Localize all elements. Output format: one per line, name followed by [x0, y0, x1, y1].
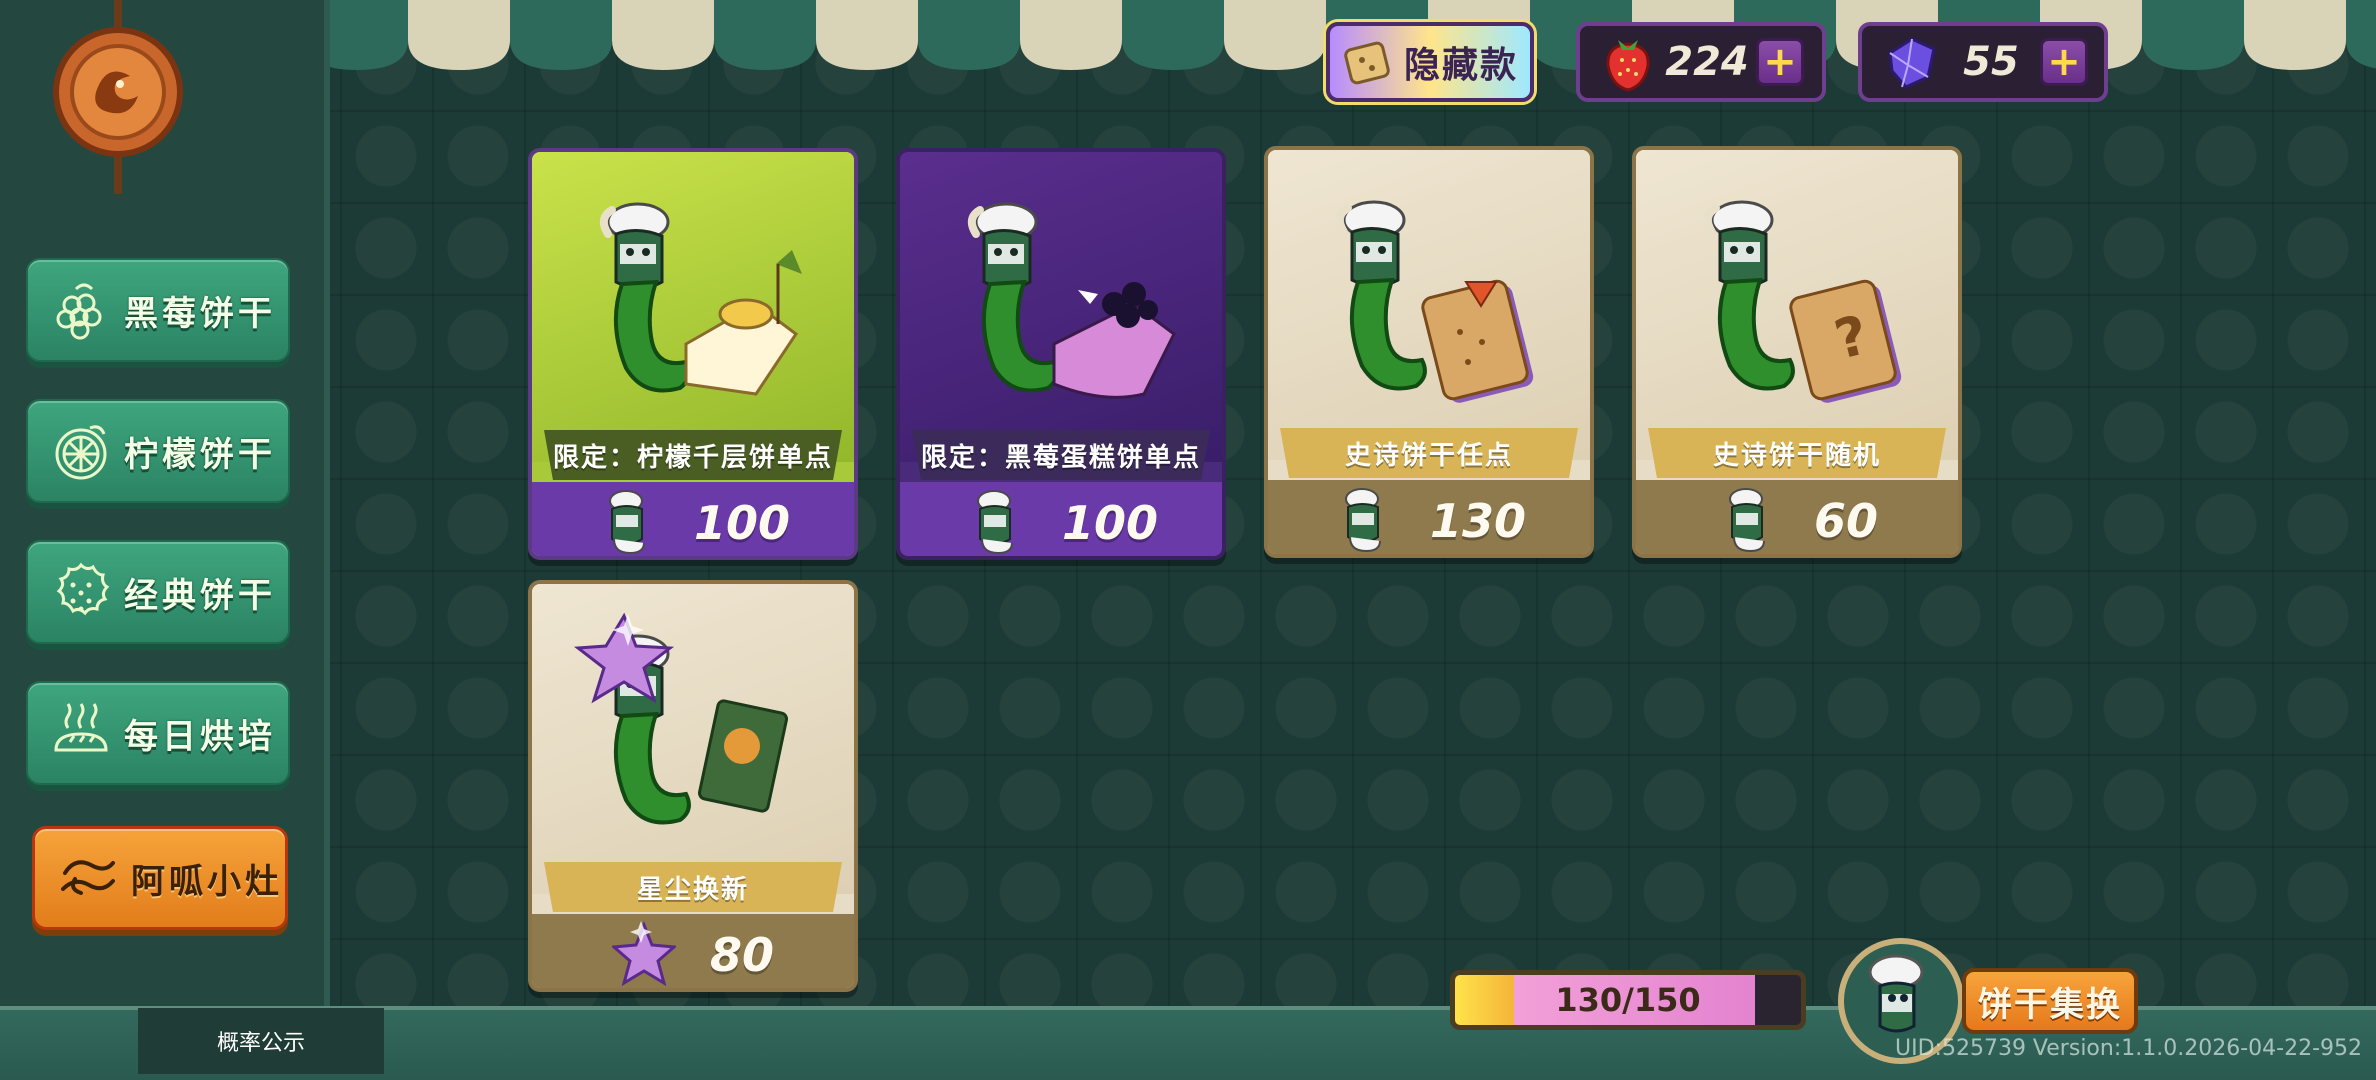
version-text: UID:525739 Version:1.1.0.2026-04-22-952: [1895, 1036, 2362, 1061]
card-title: 史诗饼干任点: [1344, 440, 1513, 471]
tab-label: 黑莓饼干: [124, 293, 276, 334]
card-price: 100: [900, 482, 1222, 556]
swirl-icon: [51, 841, 125, 915]
card-price: 100: [532, 482, 854, 556]
crystal-icon: [1888, 37, 1936, 89]
card-art: [532, 152, 854, 462]
awning-stripe: [1224, 0, 1326, 70]
hidden-item-badge[interactable]: 隐藏款: [1326, 22, 1534, 102]
card-title: 限定：黑莓蛋糕饼单点: [920, 442, 1201, 473]
tab-label: 阿呱小灶: [131, 861, 283, 902]
tab-daily-baking[interactable]: 每日烘培: [26, 681, 290, 785]
card-illustration: [573, 612, 789, 825]
card-art: [532, 584, 854, 894]
strawberry-value: 224: [1665, 39, 1749, 85]
card-price-value: 130: [1429, 494, 1527, 548]
card-title: 限定：柠檬千层饼单点: [552, 442, 833, 473]
card-title-banner: 史诗饼干随机: [1648, 428, 1946, 478]
hidden-badge-label: 隐藏款: [1404, 45, 1519, 86]
shop-card[interactable]: 史诗饼干任点 130: [1264, 146, 1594, 558]
chef-mascot-icon: [976, 490, 1013, 555]
progress-text: 130/150: [1555, 981, 1701, 1019]
crystal-value: 55: [1963, 39, 2019, 85]
card-title-banner: 限定：柠檬千层饼单点: [544, 430, 842, 480]
card-price-value: 100: [693, 496, 791, 550]
tab-label: 经典饼干: [124, 575, 276, 616]
card-title-banner: 星尘换新: [544, 862, 842, 912]
exchange-progress-bar: 130/150: [1450, 970, 1806, 1030]
tab-classic-cookie[interactable]: 经典饼干: [26, 540, 290, 644]
crystal-counter: 55 +: [1858, 22, 2108, 102]
awning-stripe: [1122, 0, 1224, 70]
category-sidebar: 黑莓饼干 柠檬饼干 经典饼干 每日烘培 阿呱小灶: [0, 0, 330, 1080]
awning-stripe: [408, 0, 510, 70]
shop-card[interactable]: 限定：柠檬千层饼单点 100: [528, 148, 858, 560]
card-title-banner: 史诗饼干任点: [1280, 428, 1578, 478]
tab-lemon-cookie[interactable]: 柠檬饼干: [26, 399, 290, 503]
card-title: 星尘换新: [636, 874, 749, 905]
tab-label: 柠檬饼干: [124, 434, 276, 475]
card-title-banner: 限定：黑莓蛋糕饼单点: [912, 430, 1210, 480]
cookie-icon: [44, 555, 118, 629]
strawberry-counter: 224 +: [1576, 22, 1826, 102]
plus-icon: +: [1763, 39, 1797, 85]
card-price-value: 80: [709, 928, 774, 982]
stardust-icon: [611, 920, 676, 987]
card-art: ?: [1636, 150, 1958, 460]
awning-stripe: [2346, 0, 2376, 69]
bread-icon: [44, 696, 118, 770]
lemon-icon: [44, 414, 118, 488]
probability-button[interactable]: 概率公示: [138, 1008, 384, 1074]
card-price: 80: [532, 914, 854, 988]
card-price: 130: [1268, 480, 1590, 554]
strawberry-icon: [1606, 40, 1650, 92]
card-title: 史诗饼干随机: [1712, 440, 1881, 471]
chef-mascot-icon: [1728, 488, 1765, 553]
game-logo-icon[interactable]: [48, 0, 188, 200]
awning-stripe: [918, 0, 1020, 70]
awning-stripe: [510, 0, 612, 70]
chef-mascot-icon: [608, 490, 645, 555]
shop-card[interactable]: 星尘换新 80: [528, 580, 858, 992]
tab-agua-kitchen[interactable]: 阿呱小灶: [32, 826, 288, 930]
card-illustration: ?: [1703, 200, 1902, 403]
tab-label: 每日烘培: [124, 716, 276, 757]
plus-icon: +: [2047, 39, 2081, 85]
shop-screen: 黑莓饼干 柠檬饼干 经典饼干 每日烘培 阿呱小灶 隐藏款 224 + 55 + …: [0, 0, 2376, 1080]
card-illustration: [1335, 200, 1534, 403]
awning-stripe: [2244, 0, 2346, 70]
awning-stripe: [714, 0, 816, 70]
awning-stripe: [1020, 0, 1122, 70]
awning-stripe: [2142, 0, 2244, 70]
shop-card[interactable]: ? 史诗饼干随机 60: [1632, 146, 1962, 558]
probability-label: 概率公示: [216, 1031, 305, 1056]
awning-stripe: [612, 0, 714, 70]
add-strawberry-button[interactable]: +: [1756, 38, 1804, 86]
shop-card[interactable]: 限定：黑莓蛋糕饼单点 100: [896, 148, 1226, 560]
card-price-value: 100: [1061, 496, 1159, 550]
hidden-cookie-icon: [1344, 41, 1390, 85]
tab-blackberry-cookie[interactable]: 黑莓饼干: [26, 258, 290, 362]
card-price: 60: [1636, 480, 1958, 554]
card-illustration: [599, 202, 802, 396]
cookie-exchange-button[interactable]: 饼干集换: [1962, 968, 2138, 1034]
add-crystal-button[interactable]: +: [2040, 38, 2088, 86]
card-art: [1268, 150, 1590, 460]
card-illustration: [967, 202, 1176, 399]
awning-stripe: [816, 0, 918, 70]
card-art: [900, 152, 1222, 462]
card-price-value: 60: [1813, 494, 1878, 548]
chef-mascot-icon: [1344, 488, 1381, 553]
exchange-label: 饼干集换: [1978, 984, 2122, 1025]
blackberry-icon: [44, 273, 118, 347]
